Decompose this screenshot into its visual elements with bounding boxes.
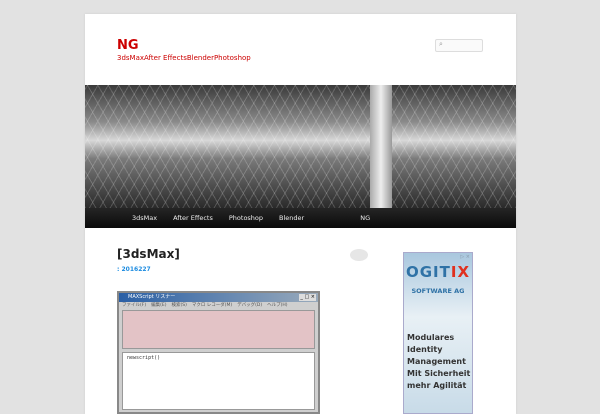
nav-3dsmax[interactable]: 3dsMax xyxy=(132,214,157,222)
site-title[interactable]: NG xyxy=(117,38,139,53)
ad-line: Modulares xyxy=(407,333,455,342)
menu-item: 編集(E) xyxy=(151,303,167,308)
window-controls: _ □ × xyxy=(299,294,316,301)
post-title[interactable]: [3dsMax] xyxy=(117,247,180,261)
ad-line: mehr Agilität xyxy=(407,381,467,390)
output-pane xyxy=(122,310,315,349)
logo-part: IX xyxy=(450,263,471,281)
nav-after-effects[interactable]: After Effects xyxy=(173,214,213,222)
window-titlebar: MAXScript リスナー _ □ × xyxy=(119,293,318,302)
ad-line: Mit Sicherheit xyxy=(407,369,471,378)
nav-photoshop[interactable]: Photoshop xyxy=(229,214,263,222)
window-menubar: ファイル(F) 編集(E) 検索(S) マクロ レコーダ(M) デバッグ(D) ヘルプ(H… xyxy=(119,302,318,310)
date-link[interactable]: 2016227 xyxy=(122,266,151,273)
input-pane: newscript() xyxy=(122,352,315,410)
menu-item: ファイル(F) xyxy=(122,303,147,308)
nav-ng[interactable]: NG xyxy=(360,214,370,222)
sidebar-ad[interactable]: ▷ × OGITIX SOFTWARE AG Modulares Identity… xyxy=(403,252,473,414)
nav-blender[interactable]: Blender xyxy=(279,214,304,222)
menu-item: デバッグ(D) xyxy=(237,303,263,308)
header-banner-image xyxy=(85,85,516,208)
menu-item: ヘルプ(H) xyxy=(267,303,288,308)
menu-item: 検索(S) xyxy=(171,303,187,308)
banner-pillar xyxy=(370,85,392,208)
search-icon: ⌕ xyxy=(439,40,443,48)
comment-bubble-icon[interactable] xyxy=(350,249,368,261)
ad-message: Modulares Identity Management Mit Sicherhei… xyxy=(407,332,472,392)
window-title: MAXScript リスナー xyxy=(128,294,176,300)
post-date: : 2016227 xyxy=(117,266,151,273)
logo-part: OGIT xyxy=(405,263,451,281)
ad-subtitle: SOFTWARE AG xyxy=(411,287,465,295)
site-description: 3dsMaxAfter EffectsBlenderPhotoshop xyxy=(117,54,251,62)
ad-logo: OGITIX xyxy=(404,263,472,281)
main-nav: 3dsMax After Effects Photoshop Blender N… xyxy=(85,208,516,228)
search-input[interactable]: ⌕ xyxy=(435,39,483,52)
menu-item: マクロ レコーダ(M) xyxy=(191,303,233,308)
page: NG 3dsMaxAfter EffectsBlenderPhotoshop ⌕… xyxy=(85,14,516,414)
maxscript-screenshot: MAXScript リスナー _ □ × ファイル(F) 編集(E) 検索(S) マクロ… xyxy=(117,291,320,414)
ad-line: Identity xyxy=(407,345,443,354)
ad-choices-icon[interactable]: ▷ × xyxy=(460,254,470,260)
ad-line: Management xyxy=(407,357,466,366)
